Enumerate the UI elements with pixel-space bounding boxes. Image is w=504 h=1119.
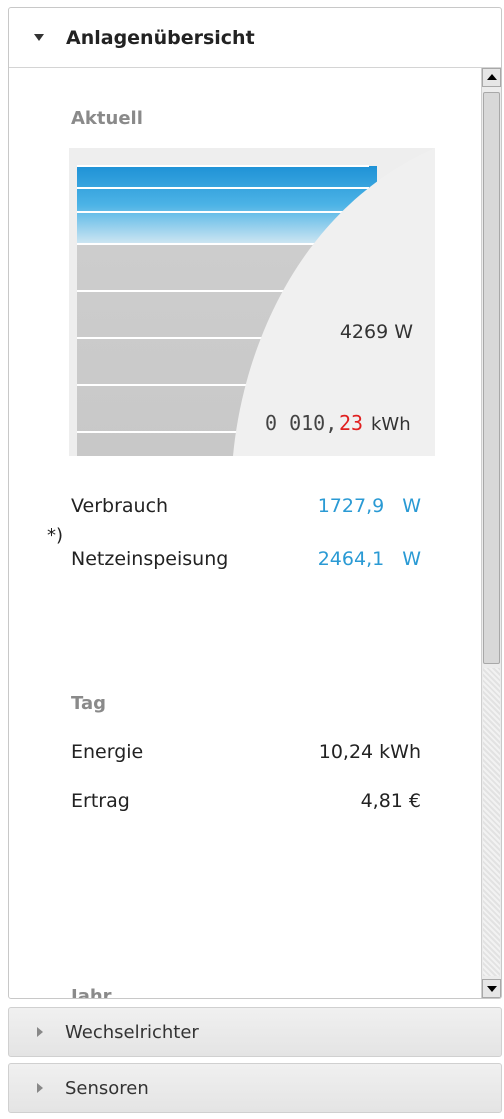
counter-decimals: 23 bbox=[339, 411, 363, 435]
energy-label: Energie bbox=[71, 741, 144, 763]
feed-in-label: Netzeinspeisung bbox=[71, 548, 229, 570]
yield-label: Ertrag bbox=[71, 790, 130, 812]
panel-title: Anlagenübersicht bbox=[66, 26, 255, 49]
sensors-section-label: Sensoren bbox=[65, 1077, 149, 1099]
scroll-up-button[interactable] bbox=[482, 68, 501, 87]
consumption-label: Verbrauch bbox=[71, 495, 169, 517]
power-flow-graphic: 4269 W 0 010, 23 kWh bbox=[69, 148, 435, 456]
panel-content: Aktuell 4269 W 0 010, 23 kWh Verbrauch 1… bbox=[9, 68, 481, 998]
sensors-section-header[interactable]: Sensoren bbox=[8, 1063, 502, 1113]
consumption-value: 1727,9 bbox=[317, 495, 385, 517]
day-section-title: Tag bbox=[71, 693, 106, 714]
energy-row: Energie 10,24 kWh bbox=[71, 741, 421, 763]
counter-digits: 0 010, bbox=[265, 411, 337, 435]
consumption-unit: W bbox=[402, 495, 421, 517]
inverter-section-label: Wechselrichter bbox=[65, 1021, 199, 1043]
counter-unit: kWh bbox=[371, 414, 411, 435]
expand-triangle-icon bbox=[37, 1027, 43, 1037]
consumption-row: Verbrauch 1727,9 W bbox=[71, 495, 421, 517]
expand-triangle-icon bbox=[37, 1083, 43, 1093]
current-section-title: Aktuell bbox=[71, 108, 143, 129]
collapse-triangle-icon[interactable] bbox=[34, 34, 44, 41]
plant-overview-panel: Anlagenübersicht Aktuell 4269 W 0 010, 2… bbox=[8, 7, 502, 999]
energy-value: 10,24 kWh bbox=[318, 741, 421, 763]
footnote-marker: *) bbox=[47, 525, 64, 546]
vertical-scrollbar[interactable] bbox=[481, 68, 501, 998]
scroll-down-button[interactable] bbox=[482, 979, 501, 998]
scrollbar-thumb[interactable] bbox=[483, 92, 500, 664]
year-section-title: Jahr bbox=[71, 986, 112, 998]
feed-in-row: Netzeinspeisung 2464,1 W bbox=[71, 548, 421, 570]
yield-row: Ertrag 4,81 € bbox=[71, 790, 421, 812]
panel-header[interactable]: Anlagenübersicht bbox=[9, 8, 501, 68]
power-flow-svg: 4269 W 0 010, 23 kWh bbox=[77, 148, 435, 456]
scrollbar-track[interactable] bbox=[483, 668, 500, 976]
feed-in-unit: W bbox=[402, 548, 421, 570]
power-display-text: 4269 W bbox=[340, 321, 413, 343]
feed-in-value: 2464,1 bbox=[317, 548, 385, 570]
arrow-down-icon bbox=[487, 986, 497, 992]
inverter-section-header[interactable]: Wechselrichter bbox=[8, 1007, 502, 1057]
arrow-up-icon bbox=[487, 74, 497, 80]
yield-value: 4,81 € bbox=[360, 790, 421, 812]
